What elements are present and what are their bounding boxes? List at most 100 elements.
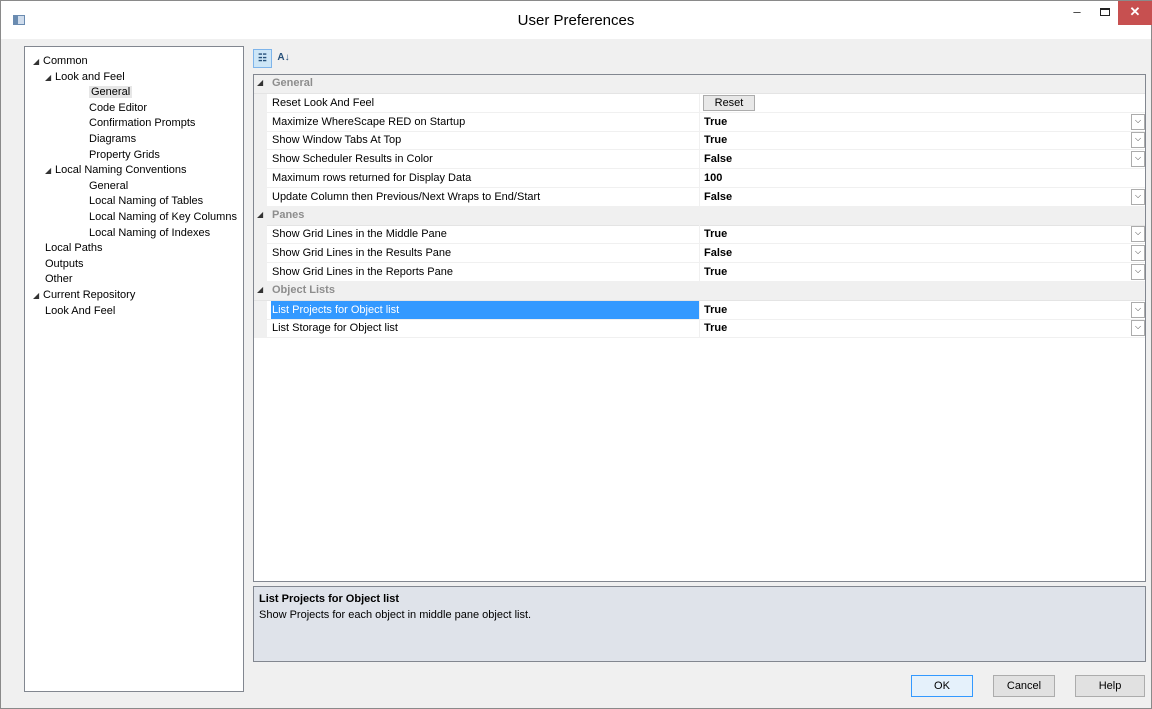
chevron-down-icon[interactable]: ⌵ [1131,151,1145,168]
column-divider[interactable] [699,169,700,187]
ok-button[interactable]: OK [911,675,973,697]
tree-item[interactable]: General [89,179,128,194]
categorized-icon: ☷ [258,53,267,64]
description-title: List Projects for Object list [259,593,399,605]
tree-item[interactable]: Property Grids [89,148,160,163]
column-divider[interactable] [699,150,700,169]
property-row[interactable]: Show Grid Lines in the Results Pane False… [254,244,1145,264]
property-value[interactable]: True [704,301,727,319]
tree-item[interactable]: Diagrams [89,132,136,147]
tree-item-label: Local Naming of Key Columns [89,211,237,223]
cancel-button[interactable]: Cancel [993,675,1055,697]
property-value[interactable]: True [704,263,727,281]
tree-item-label: Local Paths [45,242,103,255]
property-row[interactable]: Show Scheduler Results in Color False ⌵ [254,150,1145,170]
help-button[interactable]: Help [1075,675,1145,697]
chevron-down-icon[interactable]: ⌵ [1131,226,1145,243]
tree-item[interactable]: Local Naming of Tables [89,194,203,209]
property-value[interactable]: 100 [704,169,722,187]
tree-item-label: Local Naming of Tables [89,195,204,208]
column-divider[interactable] [699,300,700,319]
expand-icon[interactable]: ◢ [45,70,55,85]
property-value[interactable]: True [704,113,727,131]
chevron-down-icon[interactable]: ⌵ [1131,188,1145,205]
property-name[interactable]: Maximize WhereScape RED on Startup [271,113,699,131]
tree-item[interactable]: Local Naming of Indexes [89,226,210,241]
categorized-button[interactable]: ☷ [253,49,272,68]
chevron-down-icon[interactable]: ⌵ [1131,113,1145,130]
tree-item[interactable]: ◢ Look and Feel [45,70,125,85]
maximize-button[interactable] [1090,1,1120,25]
column-divider[interactable] [699,187,700,206]
property-row[interactable]: Show Window Tabs At Top True ⌵ [254,131,1145,151]
property-row[interactable]: Maximum rows returned for Display Data 10… [254,169,1145,188]
tree-item[interactable]: Local Paths [45,241,102,256]
property-name[interactable]: Show Grid Lines in the Middle Pane [271,225,699,243]
minimize-button[interactable]: – [1062,1,1092,25]
collapse-icon[interactable]: ◢ [257,78,263,87]
property-name[interactable]: Show Grid Lines in the Results Pane [271,244,699,262]
close-button[interactable]: ✕ [1118,1,1152,25]
column-divider[interactable] [699,244,700,263]
column-divider[interactable] [699,225,700,244]
tree-item[interactable]: Look And Feel [45,304,115,319]
tree-item[interactable]: Local Naming of Key Columns [89,210,237,225]
property-name[interactable]: Reset Look And Feel [271,94,699,112]
property-row[interactable]: List Storage for Object list True ⌵ [254,319,1145,339]
chevron-down-icon[interactable]: ⌵ [1131,320,1145,337]
expand-icon[interactable]: ◢ [33,288,43,303]
property-row[interactable]: Reset Look And Feel Reset [254,93,1145,113]
property-row[interactable]: Update Column then Previous/Next Wraps t… [254,187,1145,207]
chevron-down-icon[interactable]: ⌵ [1131,132,1145,149]
collapse-icon[interactable]: ◢ [257,285,263,294]
window-title: User Preferences [517,12,635,29]
column-divider[interactable] [699,319,700,338]
tree-item[interactable]: Other [45,272,73,287]
description-panel: List Projects for Object list Show Proje… [253,586,1146,662]
property-row[interactable]: Maximize WhereScape RED on Startup True ⌵ [254,112,1145,132]
property-name[interactable]: Show Window Tabs At Top [271,131,699,149]
chevron-down-icon[interactable]: ⌵ [1131,301,1145,318]
property-row[interactable]: List Projects for Object list True ⌵ [254,300,1145,320]
tree-item[interactable]: Confirmation Prompts [89,116,195,131]
tree-item-label: Code Editor [89,101,148,114]
property-value[interactable]: True [704,319,727,337]
property-name[interactable]: List Storage for Object list [271,319,699,337]
category-header[interactable]: ◢ Panes [254,206,1145,226]
category-header[interactable]: ◢ General [254,75,1145,94]
reset-button[interactable]: Reset [703,94,755,111]
preferences-tree[interactable]: ◢ Common ◢ Look and Feel General Code Editor C… [24,46,244,692]
property-grid[interactable]: ◢ General Reset Look And Feel Reset Maximize… [253,74,1146,582]
tree-item[interactable]: ◢ Common [33,54,88,69]
property-row[interactable]: Show Grid Lines in the Reports Pane True ⌵ [254,263,1145,282]
column-divider[interactable] [699,263,700,281]
property-name[interactable]: Update Column then Previous/Next Wraps t… [271,188,699,206]
collapse-icon[interactable]: ◢ [257,210,263,219]
property-name[interactable]: Show Scheduler Results in Color [271,150,699,168]
column-divider[interactable] [699,112,700,131]
tree-item[interactable]: Outputs [45,257,84,272]
title-bar: User Preferences – ✕ [1,1,1152,39]
tree-item[interactable]: ◢ Local Naming Conventions [45,163,186,178]
tree-item[interactable]: ◢ Current Repository [33,288,135,303]
alphabetical-button[interactable]: A↓ [274,49,293,68]
property-name[interactable]: Show Grid Lines in the Reports Pane [271,263,699,281]
tree-item[interactable]: Code Editor [89,101,147,116]
property-value[interactable]: False [704,150,732,168]
property-value[interactable]: False [704,244,732,262]
column-divider[interactable] [699,131,700,150]
expand-icon[interactable]: ◢ [33,54,43,69]
chevron-down-icon[interactable]: ⌵ [1131,245,1145,262]
property-value[interactable]: True [704,131,727,149]
property-name[interactable]: Maximum rows returned for Display Data [271,169,699,187]
tree-item-label: Diagrams [89,133,137,145]
property-row[interactable]: Show Grid Lines in the Middle Pane True ⌵ [254,225,1145,245]
property-name[interactable]: List Projects for Object list [271,300,699,319]
property-value[interactable]: True [704,225,727,243]
category-header[interactable]: ◢ Object Lists [254,281,1145,301]
property-value[interactable]: False [704,188,732,206]
chevron-down-icon[interactable]: ⌵ [1131,264,1145,280]
column-divider[interactable] [699,93,700,112]
expand-icon[interactable]: ◢ [45,163,55,178]
tree-item[interactable]: General [89,85,133,100]
